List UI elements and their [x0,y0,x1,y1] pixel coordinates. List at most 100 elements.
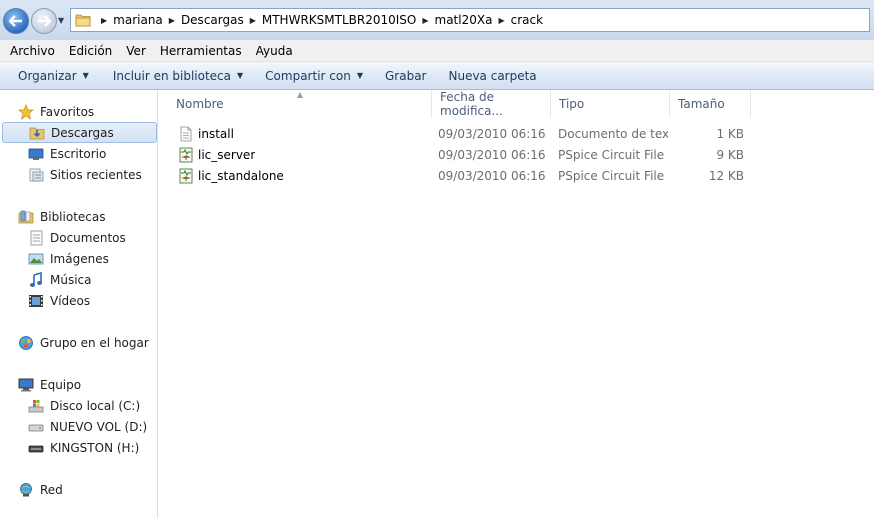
chevron-down-icon: ▼ [237,71,244,80]
folder-icon [75,14,91,27]
nav-item-documentos-label: Documentos [50,231,126,245]
menu-herramientas[interactable]: Herramientas [153,44,249,58]
file-date: 09/03/2010 06:16 ... [438,147,550,162]
nav-item-descargas-label: Descargas [51,125,114,140]
nav-item-musica[interactable]: Música [28,272,92,288]
breadcrumb-separator-icon[interactable]: ▶ [422,16,428,25]
videos-icon [29,295,43,307]
network-icon [20,483,32,497]
file-type: PSpice Circuit File [558,168,665,183]
burn-button[interactable]: Grabar [375,62,437,89]
nav-favorites[interactable]: Favoritos [18,104,94,120]
new-folder-button[interactable]: Nueva carpeta [438,62,546,89]
file-size: 12 KB [708,168,744,183]
nav-item-kingston-h-label: KINGSTON (H:) [50,441,140,455]
menu-bar: Archivo Edición Ver Herramientas Ayuda [0,40,874,62]
new-folder-label: Nueva carpeta [448,68,537,83]
address-bar-row: ▼ ▶ mariana ▶ Descargas ▶ MTHWRKSMTLBR20… [0,0,874,40]
nav-item-videos-label: Vídeos [50,294,91,308]
nav-item-musica-label: Música [50,273,92,287]
nav-item-descargas[interactable]: Descargas [2,122,157,143]
share-with-button[interactable]: Compartir con ▼ [255,62,373,89]
chevron-down-icon: ▼ [82,71,89,80]
file-name: install [198,126,234,141]
file-list-pane: ▲ Nombre Fecha de modifica... Tipo Tamañ… [159,90,874,518]
column-header-date[interactable]: Fecha de modifica... [432,90,551,118]
nav-item-sitios-recientes[interactable]: Sitios recientes [28,167,142,183]
column-header-size[interactable]: Tamaño [670,90,751,118]
nav-item-imagenes[interactable]: Imágenes [28,251,109,267]
share-with-label: Compartir con [265,68,351,83]
file-name: lic_server [198,147,256,162]
file-type: Documento de tex... [558,126,668,141]
navigation-pane: Favoritos Descargas Escritorio Sitios re… [0,90,158,518]
include-in-library-button[interactable]: Incluir en biblioteca ▼ [103,62,253,89]
menu-ayuda[interactable]: Ayuda [249,44,300,58]
column-header-name[interactable]: Nombre [168,90,432,118]
organize-label: Organizar [18,68,77,83]
desktop-icon [28,148,44,160]
nav-item-disco-local-c[interactable]: Disco local (C:) [28,398,140,414]
circuit-file-icon [179,168,193,183]
nav-item-disco-local-c-label: Disco local (C:) [50,399,141,413]
nav-homegroup-label: Grupo en el hogar [40,336,149,350]
nav-computer[interactable]: Equipo [18,377,81,393]
forward-button[interactable] [31,8,57,34]
nav-item-nuevo-vol-d[interactable]: NUEVO VOL (D:) [28,419,147,435]
include-in-library-label: Incluir en biblioteca [112,68,232,83]
nav-libraries[interactable]: Bibliotecas [18,209,105,225]
file-date: 09/03/2010 06:16 ... [438,168,550,183]
organize-button[interactable]: Organizar ▼ [8,62,99,89]
breadcrumb: ▶ mariana ▶ Descargas ▶ MTHWRKSMTLBR2010… [97,9,543,31]
windows-drive-icon [28,400,44,413]
breadcrumb-iso-folder[interactable]: MTHWRKSMTLBR2010ISO [262,13,416,27]
breadcrumb-crack[interactable]: crack [511,13,543,27]
recent-places-icon [29,168,44,182]
menu-archivo[interactable]: Archivo [3,44,62,58]
file-row[interactable]: lic_server 09/03/2010 06:16 ... PSpice C… [159,144,874,165]
column-header-type[interactable]: Tipo [551,90,670,118]
file-row[interactable]: lic_standalone 09/03/2010 06:16 ... PSpi… [159,165,874,186]
column-header-type-label: Tipo [559,97,585,111]
breadcrumb-matl-folder[interactable]: matl20Xa [435,13,493,27]
breadcrumb-mariana[interactable]: mariana [113,13,163,27]
nav-libraries-label: Bibliotecas [40,210,106,224]
column-header-size-label: Tamaño [678,97,725,111]
nav-item-imagenes-label: Imágenes [50,252,109,266]
file-name: lic_standalone [198,168,284,183]
usb-drive-icon [28,445,44,453]
breadcrumb-separator-icon[interactable]: ▶ [498,16,504,25]
nav-favorites-label: Favoritos [40,105,95,119]
breadcrumb-separator-icon[interactable]: ▶ [169,16,175,25]
nav-network[interactable]: Red [18,482,63,498]
music-icon [30,272,42,287]
menu-ver[interactable]: Ver [119,44,153,58]
pictures-icon [28,253,44,265]
star-icon [18,104,34,120]
nav-item-kingston-h[interactable]: KINGSTON (H:) [28,440,139,456]
nav-item-documentos[interactable]: Documentos [28,230,126,246]
nav-network-label: Red [40,483,63,497]
file-size: 9 KB [716,147,744,162]
nav-homegroup[interactable]: Grupo en el hogar [18,335,149,351]
drive-icon [28,424,44,432]
file-date: 09/03/2010 06:16 ... [438,126,550,141]
file-row[interactable]: install 09/03/2010 06:16 ... Documento d… [159,123,874,144]
back-button[interactable] [3,8,29,34]
file-size: 1 KB [716,126,744,141]
breadcrumb-descargas[interactable]: Descargas [181,13,244,27]
chevron-down-icon: ▼ [356,71,363,80]
breadcrumb-separator-icon[interactable]: ▶ [101,16,107,25]
nav-item-escritorio[interactable]: Escritorio [28,146,106,162]
nav-item-sitios-recientes-label: Sitios recientes [50,168,142,182]
libraries-icon [18,210,34,224]
menu-edicion[interactable]: Edición [62,44,119,58]
address-box[interactable]: ▶ mariana ▶ Descargas ▶ MTHWRKSMTLBR2010… [70,8,870,32]
burn-label: Grabar [384,68,427,83]
downloads-folder-icon [29,127,45,139]
nav-item-videos[interactable]: Vídeos [28,293,90,309]
breadcrumb-separator-icon[interactable]: ▶ [250,16,256,25]
column-header-name-label: Nombre [176,97,224,111]
recent-pages-dropdown[interactable]: ▼ [58,16,64,25]
file-name-cell: lic_standalone [178,165,284,186]
